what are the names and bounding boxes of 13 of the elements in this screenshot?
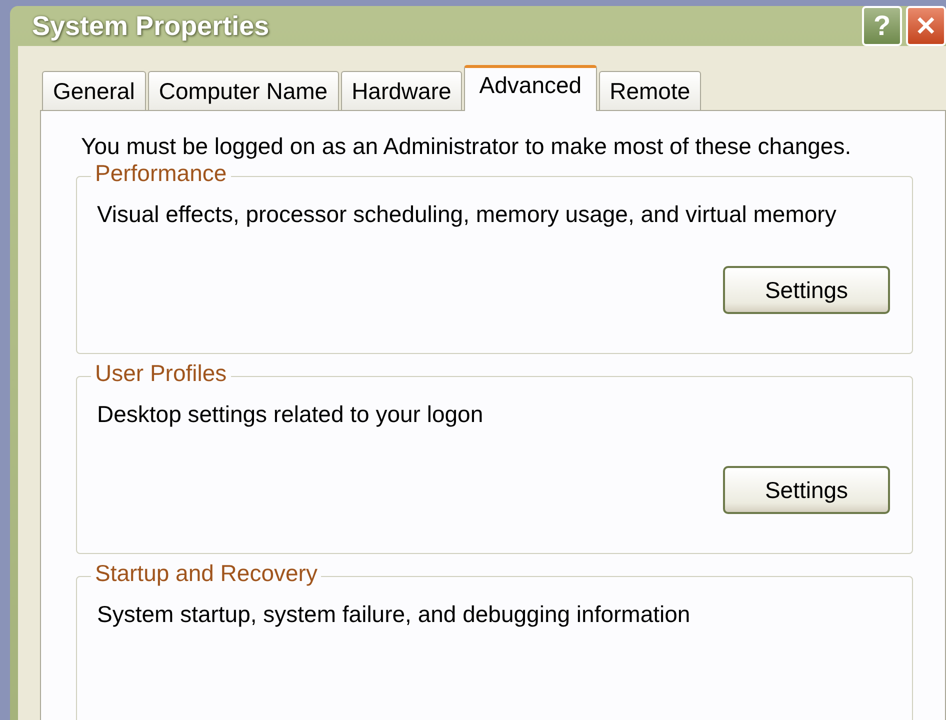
tab[interactable]: Advanced: [464, 65, 597, 111]
notice-text: You must be logged on as an Administrator to make most of these changes.: [81, 133, 852, 160]
window-title: System Properties: [32, 10, 270, 42]
group-description: System startup, system failure, and debugging information: [97, 601, 692, 628]
tab[interactable]: Remote: [598, 71, 702, 110]
settings-button[interactable]: Settings: [723, 466, 890, 514]
tab[interactable]: General: [42, 71, 146, 110]
group-description: Visual effects, processor scheduling, memory usage, and virtual memory: [97, 201, 838, 228]
tab[interactable]: Computer Name: [148, 71, 339, 110]
group-description: Desktop settings related to your logon: [97, 401, 484, 428]
tab[interactable]: Hardware: [340, 71, 462, 110]
settings-button[interactable]: Settings: [723, 266, 890, 314]
close-button[interactable]: ✕: [906, 6, 946, 46]
